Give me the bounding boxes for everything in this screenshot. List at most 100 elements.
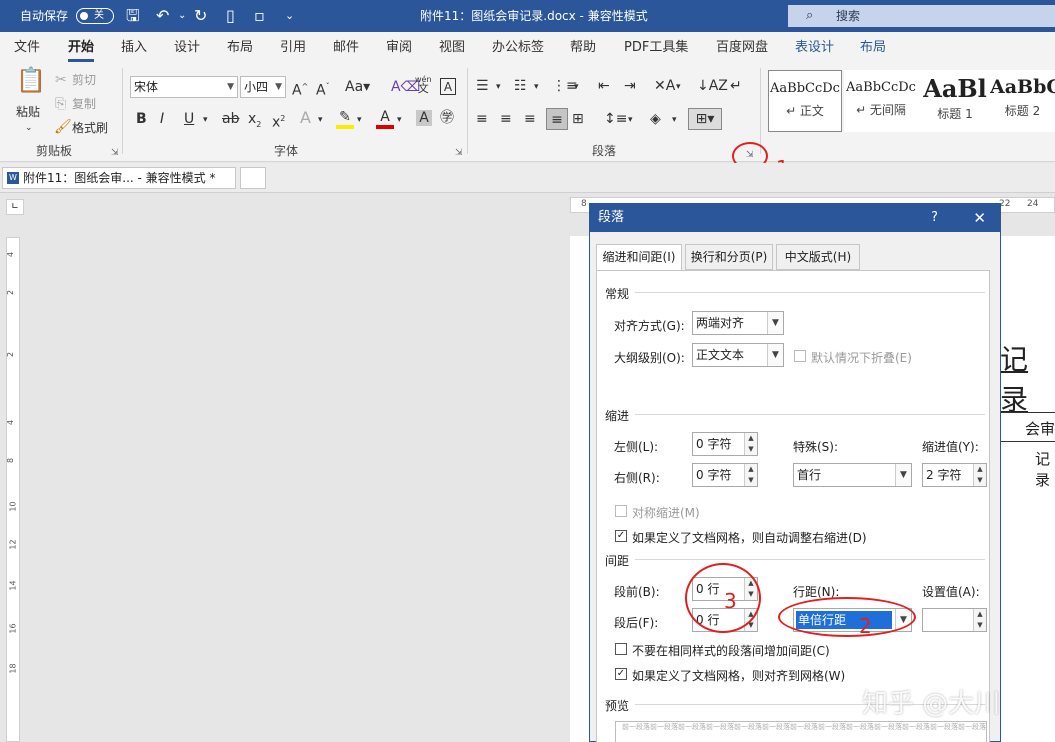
tab-table-layout[interactable]: 布局: [860, 40, 886, 56]
multilevel-dropdown-icon[interactable]: ▾: [574, 79, 579, 95]
font-size-combo[interactable]: 小四 ▼: [240, 76, 286, 98]
bullets-dropdown-icon[interactable]: ▾: [496, 79, 501, 95]
close-icon[interactable]: ✕: [973, 204, 986, 232]
tab-file[interactable]: 文件: [14, 40, 40, 56]
text-effects-icon[interactable]: A: [300, 110, 311, 126]
enclose-characters-icon[interactable]: ㊫: [440, 110, 454, 126]
chinese-layout-icon[interactable]: ✕A: [654, 78, 675, 94]
numbering-dropdown-icon[interactable]: ▾: [534, 79, 539, 95]
shrink-font-icon[interactable]: Aˇ: [316, 79, 330, 99]
align-center-icon[interactable]: ≡: [500, 111, 512, 127]
line-spacing-icon[interactable]: ↕≡: [604, 111, 627, 127]
tab-pdf-tools[interactable]: PDF工具集: [624, 40, 688, 56]
numbering-icon[interactable]: ☷: [514, 78, 527, 94]
sort-icon[interactable]: ↓AZ: [697, 78, 728, 94]
paste-icon[interactable]: 📋: [16, 68, 46, 100]
tab-line-page-breaks[interactable]: 换行和分页(P): [685, 244, 773, 270]
indent-right-spinner[interactable]: 0 字符 ▲ ▼: [692, 463, 758, 487]
tab-home[interactable]: 开始: [68, 40, 95, 62]
spin-down-icon[interactable]: ▼: [973, 475, 986, 486]
tab-office-tabs[interactable]: 办公标签: [492, 40, 544, 56]
mirror-indent-checkbox[interactable]: [615, 505, 627, 517]
save-icon[interactable]: 🖫: [126, 6, 140, 26]
tab-layout[interactable]: 布局: [227, 40, 253, 56]
alignment-select[interactable]: 两端对齐 ▼: [692, 311, 784, 335]
spin-up-icon[interactable]: ▲: [973, 609, 986, 620]
underline-icon[interactable]: U: [184, 111, 194, 127]
font-launcher-icon[interactable]: ⇲: [455, 148, 463, 158]
spin-up-icon[interactable]: ▲: [744, 433, 757, 444]
subscript-icon[interactable]: x2: [248, 111, 261, 133]
tab-help[interactable]: 帮助: [570, 40, 596, 56]
increase-indent-icon[interactable]: ⇥: [624, 78, 636, 94]
spacing-at-spinner[interactable]: ▲ ▼: [922, 608, 987, 632]
indent-left-spinner[interactable]: 0 字符 ▲ ▼: [692, 432, 758, 456]
shading-icon[interactable]: ◈: [650, 111, 661, 127]
undo-dropdown-icon[interactable]: ⌄: [178, 6, 186, 26]
decrease-indent-icon[interactable]: ⇤: [598, 78, 610, 94]
font-color-dropdown-icon[interactable]: ▾: [397, 112, 402, 128]
snap-to-grid-checkbox[interactable]: ✓: [615, 668, 627, 680]
bold-icon[interactable]: B: [136, 111, 147, 127]
character-shading-icon[interactable]: A: [416, 110, 432, 126]
tab-selector-icon[interactable]: ∟: [6, 199, 24, 215]
strikethrough-icon[interactable]: ab: [222, 111, 239, 127]
print-preview-icon[interactable]: ▯: [226, 6, 235, 26]
tab-asian-typography[interactable]: 中文版式(H): [776, 244, 860, 270]
paste-button[interactable]: 粘贴: [16, 104, 40, 120]
no-space-same-style-checkbox[interactable]: [615, 643, 627, 655]
search-box[interactable]: ⌕ 搜索: [788, 5, 1055, 27]
cut-button[interactable]: 剪切: [72, 72, 96, 88]
phonetic-guide-icon[interactable]: wén 文: [415, 75, 432, 94]
show-formatting-marks-icon[interactable]: ↵: [730, 78, 742, 94]
auto-adjust-checkbox[interactable]: ✓: [615, 530, 627, 542]
italic-icon[interactable]: I: [160, 111, 164, 127]
line-spacing-dropdown-icon[interactable]: ▾: [628, 112, 633, 128]
style-no-spacing[interactable]: AaBbCcDc ↵ 无间隔: [844, 70, 918, 132]
tab-insert[interactable]: 插入: [121, 40, 147, 56]
indent-by-spinner[interactable]: 2 字符 ▲ ▼: [922, 463, 987, 487]
copy-button[interactable]: 复制: [72, 96, 96, 112]
new-document-icon[interactable]: ▫: [254, 6, 265, 26]
shading-dropdown-icon[interactable]: ▾: [672, 112, 677, 128]
tab-design[interactable]: 设计: [174, 40, 200, 56]
underline-dropdown-icon[interactable]: ▾: [203, 112, 208, 128]
style-heading-2[interactable]: AaBbC 标题 2: [990, 70, 1055, 132]
highlight-dropdown-icon[interactable]: ▾: [357, 112, 362, 128]
highlight-icon[interactable]: ✎: [336, 109, 354, 129]
justify-icon[interactable]: ≡: [546, 108, 568, 130]
align-right-icon[interactable]: ≡: [524, 111, 536, 127]
tab-references[interactable]: 引用: [280, 40, 306, 56]
bullets-icon[interactable]: ☰: [476, 78, 489, 94]
spin-down-icon[interactable]: ▼: [744, 475, 757, 486]
chinese-layout-dropdown-icon[interactable]: ▾: [676, 79, 681, 95]
redo-icon[interactable]: ↻: [194, 6, 207, 26]
tab-review[interactable]: 审阅: [386, 40, 412, 56]
change-case-icon[interactable]: Aa▾: [345, 79, 370, 95]
collapse-checkbox[interactable]: [794, 350, 806, 362]
style-heading-1[interactable]: AaBl 标题 1: [918, 70, 992, 132]
spin-up-icon[interactable]: ▲: [973, 464, 986, 475]
new-tab-slot[interactable]: [240, 167, 266, 189]
help-icon[interactable]: ?: [931, 204, 938, 232]
autosave-toggle[interactable]: 关: [76, 8, 114, 24]
spin-down-icon[interactable]: ▼: [973, 620, 986, 631]
superscript-icon[interactable]: x2: [272, 111, 285, 131]
borders-icon[interactable]: ⊞▾: [688, 108, 722, 130]
text-effects-dropdown-icon[interactable]: ▾: [318, 112, 323, 128]
font-name-combo[interactable]: 宋体 ▼: [130, 76, 238, 98]
distributed-icon[interactable]: ⊞: [572, 111, 584, 127]
undo-icon[interactable]: ↶: [156, 6, 169, 26]
spin-down-icon[interactable]: ▼: [744, 444, 757, 455]
tab-baidu-netdisk[interactable]: 百度网盘: [716, 40, 768, 56]
grow-font-icon[interactable]: A^: [292, 79, 308, 99]
spin-up-icon[interactable]: ▲: [744, 464, 757, 475]
outline-level-select[interactable]: 正文文本 ▼: [692, 343, 784, 367]
style-normal[interactable]: AaBbCcDc ↵ 正文: [768, 70, 842, 132]
tab-indents-spacing[interactable]: 缩进和间距(I): [596, 244, 682, 271]
character-border-icon[interactable]: A: [440, 78, 456, 95]
document-tab[interactable]: W 附件11：图纸会审... - 兼容性模式 * ×: [2, 167, 253, 189]
clipboard-launcher-icon[interactable]: ⇲: [111, 148, 119, 158]
align-left-icon[interactable]: ≡: [476, 111, 488, 127]
tab-table-design[interactable]: 表设计: [795, 40, 834, 56]
